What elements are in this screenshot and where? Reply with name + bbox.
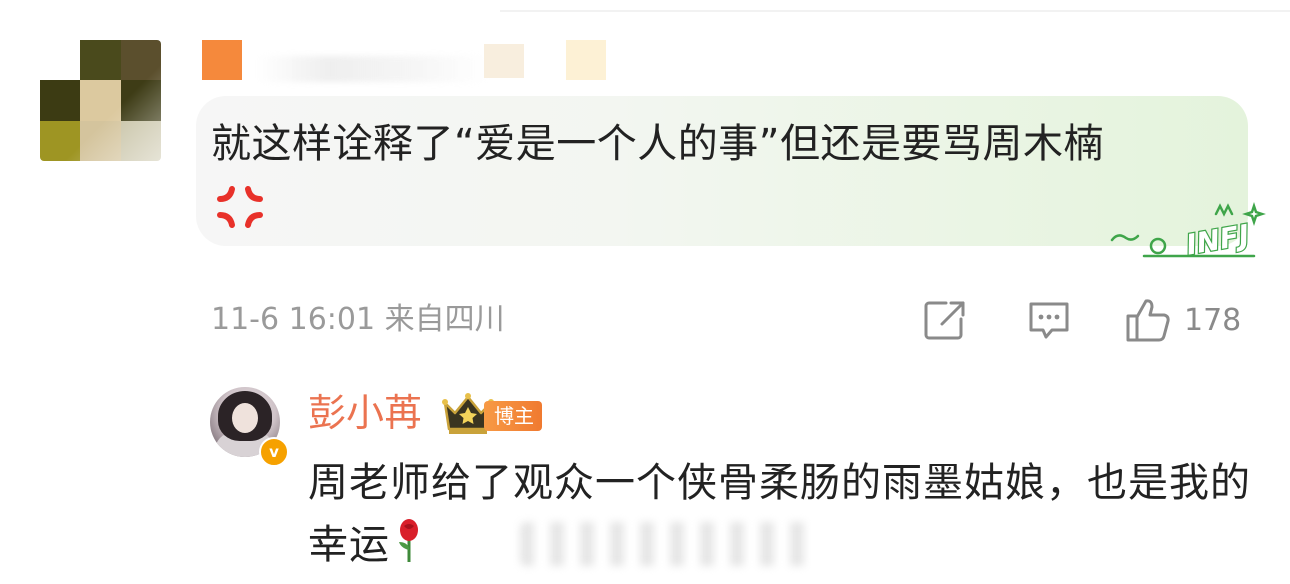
share-icon xyxy=(924,301,965,340)
comment-meta: 11-6 16:01 来自四川 xyxy=(211,302,505,337)
avatar-mosaic-cell xyxy=(120,80,161,121)
avatar-mosaic-cell xyxy=(40,120,81,161)
top-divider xyxy=(500,10,1290,12)
username-mosaic-block xyxy=(202,40,242,80)
comment-icon xyxy=(1029,302,1069,339)
reply-button[interactable] xyxy=(1026,298,1072,342)
avatar-mosaic-cell xyxy=(40,40,81,81)
infj-sticker-icon: INFJ xyxy=(1110,202,1266,263)
commenter-avatar[interactable] xyxy=(40,40,161,161)
username-mosaic-block xyxy=(566,40,606,80)
reply-text-blur xyxy=(520,522,810,566)
blogger-badge: 博主 xyxy=(484,401,542,431)
username-blur[interactable] xyxy=(258,56,488,82)
like-count: 178 xyxy=(1184,302,1242,338)
like-button[interactable]: 178 xyxy=(1124,296,1241,344)
verified-badge-icon: v xyxy=(259,437,289,467)
thumbs-up-icon xyxy=(1126,299,1170,342)
rose-icon xyxy=(399,519,418,562)
share-button[interactable] xyxy=(922,298,968,342)
avatar-mosaic-cell xyxy=(40,80,81,121)
anger-symbol-icon xyxy=(217,186,263,228)
avatar-mosaic-cell xyxy=(80,120,121,161)
avatar-mosaic-cell xyxy=(120,120,161,161)
username-mosaic-block xyxy=(484,44,524,78)
avatar-mosaic-cell xyxy=(80,40,121,81)
avatar-mosaic-cell xyxy=(120,40,161,81)
reply-author-name[interactable]: 彭小苒 xyxy=(308,389,422,437)
comment-text: 就这样诠释了“爱是一个人的事”但还是要骂周木楠 xyxy=(211,121,1104,167)
avatar-mosaic-cell xyxy=(80,80,121,121)
